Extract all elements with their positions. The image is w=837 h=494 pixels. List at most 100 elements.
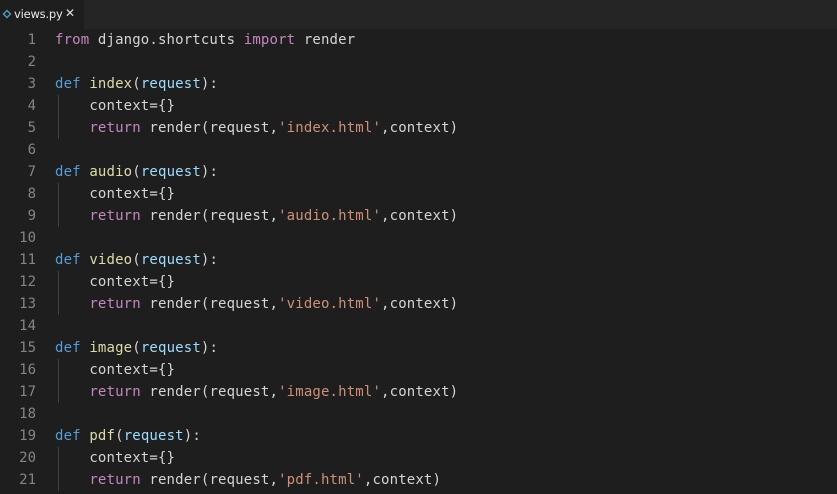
code-token: ,context): [363, 472, 442, 488]
code-line[interactable]: 7 def audio(request):: [0, 161, 837, 183]
code-line[interactable]: 13 return render(request,'video.html',co…: [0, 293, 837, 315]
code-token: return: [89, 296, 141, 312]
code-token: render(request,: [140, 296, 279, 312]
code-token: render(request,: [140, 384, 279, 400]
tab-views-py[interactable]: views.py ✕: [0, 0, 84, 29]
code-token: video: [89, 252, 133, 268]
line-content: def index(request):: [55, 73, 218, 95]
code-line[interactable]: 1 from django.shortcuts import render: [0, 29, 837, 51]
code-line[interactable]: 21 return render(request,'pdf.html',cont…: [0, 469, 837, 491]
line-number: 1: [27, 32, 36, 48]
line-number: 9: [27, 208, 36, 224]
code-token: ):: [200, 76, 219, 92]
indent-guide: [58, 359, 59, 403]
code-line[interactable]: 12 context={}: [0, 271, 837, 293]
code-token: def: [55, 164, 81, 180]
code-token: render(request,: [140, 208, 279, 224]
code-token: 'video.html': [278, 296, 382, 312]
code-token: request: [140, 164, 201, 180]
line-number: 16: [19, 362, 36, 378]
line-number: 13: [19, 296, 36, 312]
code-line[interactable]: 17 return render(request,'image.html',co…: [0, 381, 837, 403]
code-token: import: [243, 32, 296, 48]
code-token: audio: [89, 164, 133, 180]
code-line[interactable]: 6: [0, 139, 837, 161]
code-token: def: [55, 428, 81, 444]
indent-guide: [58, 95, 59, 139]
code-token: return: [89, 384, 141, 400]
code-token: request: [140, 252, 201, 268]
line-number: 5: [27, 120, 36, 136]
code-token: ):: [200, 164, 219, 180]
code-token: 'image.html': [278, 384, 382, 400]
code-token: ):: [183, 428, 201, 444]
code-area[interactable]: 1 from django.shortcuts import render 2 3 de…: [0, 29, 837, 494]
code-line[interactable]: 9 return render(request,'audio.html',con…: [0, 205, 837, 227]
code-line[interactable]: 4 context={}: [0, 95, 837, 117]
code-line[interactable]: 11 def video(request):: [0, 249, 837, 271]
code-line[interactable]: 16 context={}: [0, 359, 837, 381]
code-token: request: [140, 340, 201, 356]
code-editor: views.py ✕ 1 from django.shortcuts import…: [0, 0, 837, 494]
code-line[interactable]: 3 def index(request):: [0, 73, 837, 95]
code-line[interactable]: 8 context={}: [0, 183, 837, 205]
code-token: context={}: [55, 362, 176, 378]
line-number: 20: [19, 450, 36, 466]
line-number: 21: [19, 472, 36, 488]
code-token: def: [55, 252, 81, 268]
line-number: 7: [27, 164, 36, 180]
python-file-icon: [2, 9, 12, 19]
line-number: 3: [27, 76, 36, 92]
code-token: return: [89, 120, 141, 136]
code-token: def: [55, 76, 81, 92]
line-number: 10: [19, 230, 36, 246]
code-line[interactable]: 10: [0, 227, 837, 249]
line-content: context={}: [55, 271, 175, 293]
code-token: context={}: [55, 450, 176, 466]
line-content: def video(request):: [55, 249, 218, 271]
code-line[interactable]: 2: [0, 51, 837, 73]
code-line[interactable]: 20 context={}: [0, 447, 837, 469]
indent-guide: [58, 271, 59, 315]
code-token: context={}: [55, 274, 176, 290]
line-number: 15: [19, 340, 36, 356]
line-number: 18: [19, 406, 36, 422]
code-line[interactable]: 14: [0, 315, 837, 337]
code-token: index: [89, 76, 133, 92]
line-number: 19: [19, 428, 36, 444]
line-number: 17: [19, 384, 36, 400]
code-line[interactable]: 5 return render(request,'index.html',con…: [0, 117, 837, 139]
code-token: return: [89, 472, 141, 488]
code-token: ,context): [381, 296, 459, 312]
code-token: return: [89, 208, 141, 224]
tab-label: views.py: [14, 7, 63, 21]
code-token: (: [115, 428, 124, 444]
line-number: 12: [19, 274, 36, 290]
code-line[interactable]: 19 def pdf(request):: [0, 425, 837, 447]
code-token: request: [123, 428, 184, 444]
line-content: context={}: [55, 95, 175, 117]
code-token: context={}: [55, 186, 176, 202]
code-token: def: [55, 340, 81, 356]
line-number: 14: [19, 318, 36, 334]
line-content: def image(request):: [55, 337, 218, 359]
code-line[interactable]: 18: [0, 403, 837, 425]
indent-guide: [58, 447, 59, 491]
line-content: context={}: [55, 447, 175, 469]
code-token: pdf: [89, 428, 116, 444]
close-icon[interactable]: ✕: [64, 6, 76, 20]
code-token: render: [295, 32, 356, 48]
code-token: (: [132, 340, 141, 356]
code-token: django.shortcuts: [89, 32, 244, 48]
code-token: (: [132, 164, 141, 180]
line-content: return render(request,'audio.html',conte…: [55, 205, 458, 227]
line-content: return render(request,'index.html',conte…: [55, 117, 458, 139]
code-token: from: [55, 32, 90, 48]
code-line[interactable]: 15 def image(request):: [0, 337, 837, 359]
code-token: context={}: [55, 98, 176, 114]
code-token: render(request,: [140, 120, 279, 136]
